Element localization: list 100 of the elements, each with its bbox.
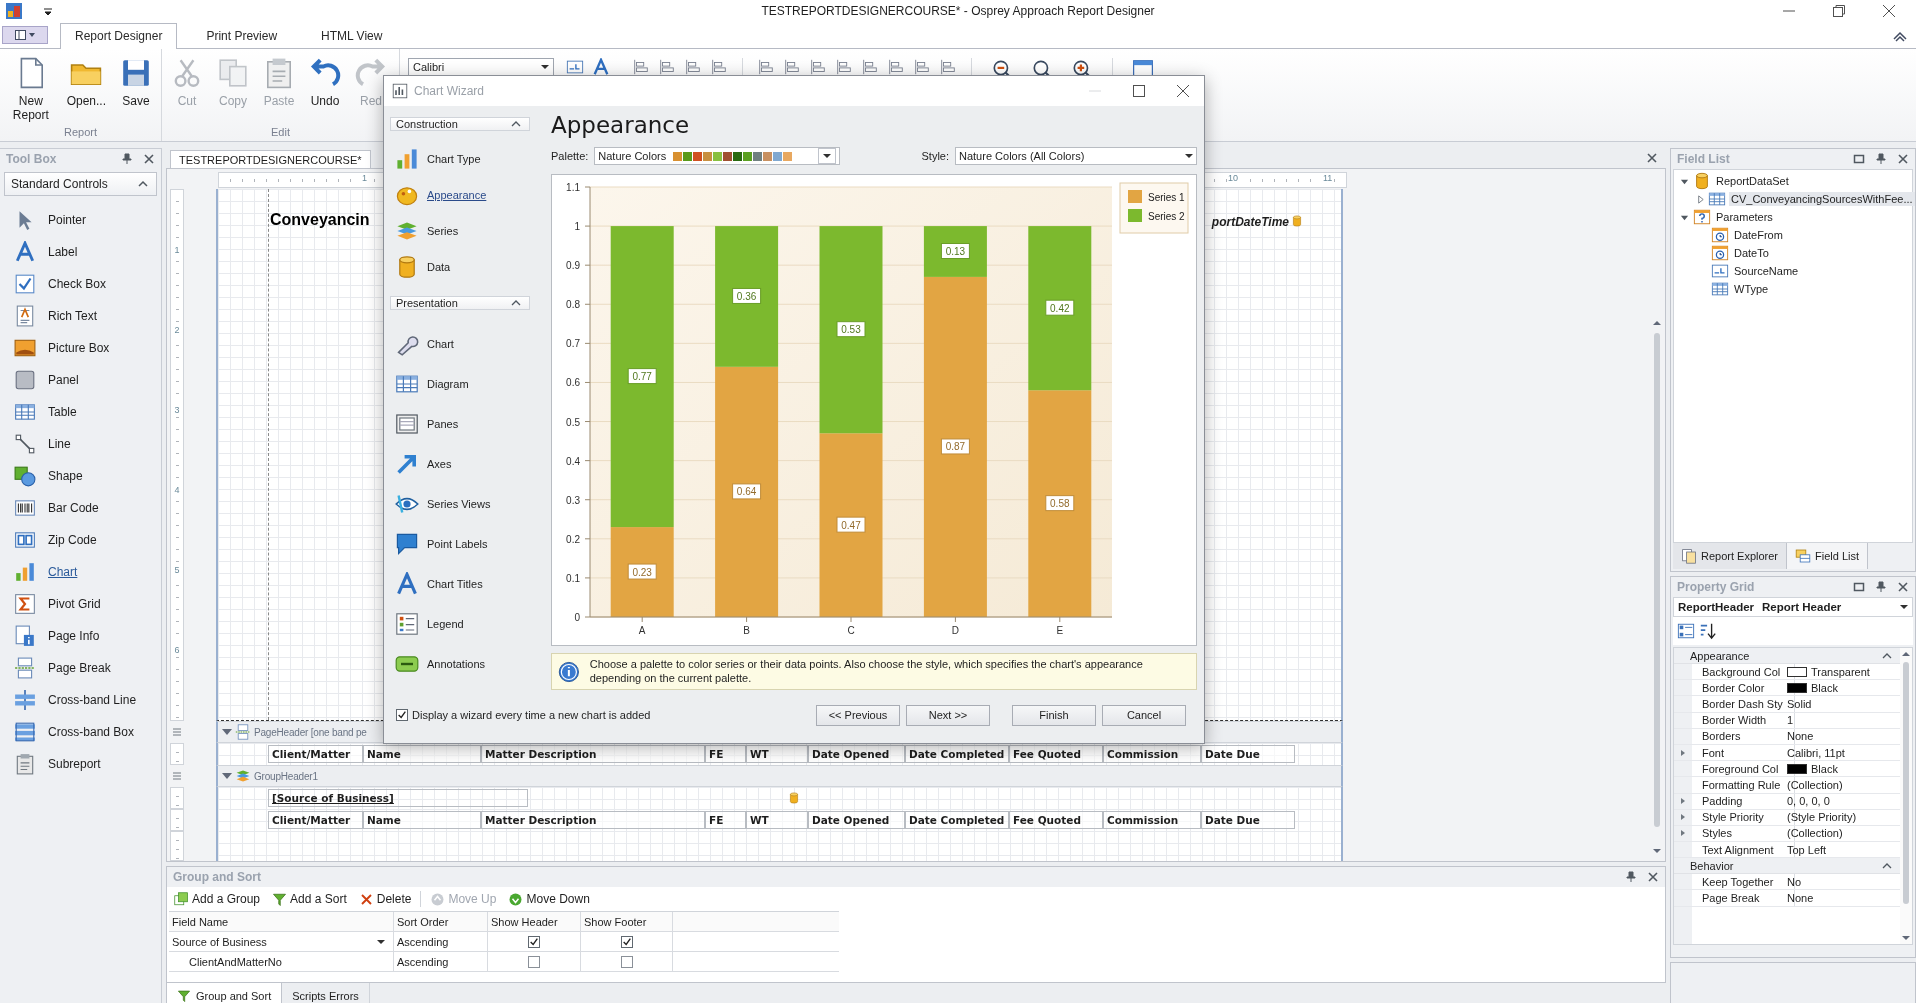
toolbox-item[interactable]: Label [0, 236, 161, 268]
toolbox-item[interactable]: Bar Code [0, 492, 161, 524]
close-icon[interactable] [1647, 871, 1659, 883]
property-value[interactable]: (Collection) [1784, 777, 1900, 793]
wizard-page-link[interactable]: Annotations [395, 648, 530, 679]
wizard-page-link[interactable]: Data [395, 251, 530, 282]
band-header[interactable]: GroupHeader1 [216, 765, 1343, 787]
tree-item[interactable]: WType [1732, 282, 1771, 296]
property-value[interactable]: 1 [1784, 712, 1900, 728]
table-cell[interactable]: FE [705, 745, 746, 763]
close-icon[interactable] [1897, 581, 1909, 593]
property-value[interactable]: None [1784, 728, 1900, 744]
report-title[interactable]: Conveyancin [270, 211, 370, 229]
section-header[interactable]: Construction [390, 117, 530, 131]
ribbon-button[interactable]: Open... [61, 55, 111, 126]
ribbon-button[interactable]: Undo [304, 55, 346, 126]
property-value[interactable]: (Style Priority) [1784, 809, 1900, 825]
scroll-down-icon[interactable] [1652, 847, 1662, 855]
pin-icon[interactable] [1625, 871, 1637, 883]
table-cell[interactable]: Client/Matter [268, 811, 363, 829]
ribbon-button[interactable]: New Report [4, 55, 58, 126]
tree-item[interactable]: CV_ConveyancingSourcesWithFee... [1729, 192, 1915, 206]
wizard-page-link[interactable]: Appearance [395, 179, 530, 210]
tree-item[interactable]: DateFrom [1732, 228, 1785, 242]
panel-tab[interactable]: Scripts Errors [282, 983, 370, 1003]
wizard-page-link[interactable]: Legend [395, 608, 530, 639]
dialog-button[interactable]: << Previous [816, 704, 900, 726]
toolbox-item[interactable]: Page Break [0, 652, 161, 684]
wizard-page-link[interactable]: Chart [395, 328, 530, 359]
toolbox-item[interactable]: Rich Text [0, 300, 161, 332]
pin-icon[interactable] [121, 153, 133, 165]
table-cell[interactable]: Commission [1103, 811, 1201, 829]
ribbon-tab[interactable]: HTML View [306, 23, 398, 48]
property-value[interactable]: Calibri, 11pt [1784, 744, 1900, 761]
tree-item[interactable]: SourceName [1732, 264, 1801, 278]
pin-icon[interactable] [1875, 153, 1887, 165]
wizard-page-link[interactable]: Series [395, 215, 530, 246]
collapse-ribbon-icon[interactable] [1892, 30, 1908, 42]
toolbar-button[interactable]: Add a Group [171, 889, 264, 909]
maximize-icon[interactable] [1132, 84, 1146, 98]
section-header[interactable]: Presentation [390, 296, 530, 310]
close-icon[interactable] [1646, 152, 1658, 164]
toolbox-item[interactable]: Panel [0, 364, 161, 396]
checkbox[interactable] [620, 955, 633, 968]
table-cell[interactable]: Date Completed [905, 745, 1009, 763]
table-cell[interactable]: Fee Quoted [1009, 811, 1103, 829]
toolbox-item[interactable]: Pointer [0, 204, 161, 236]
table-cell[interactable]: Fee Quoted [1009, 745, 1103, 763]
dialog-button[interactable]: Cancel [1102, 704, 1186, 726]
table-cell[interactable]: Name [363, 745, 481, 763]
toolbox-item[interactable]: Shape [0, 460, 161, 492]
grip-icon[interactable] [172, 728, 182, 736]
property-value[interactable]: No [1784, 874, 1900, 890]
table-cell[interactable]: WT [746, 745, 808, 763]
font-dropdown[interactable]: Calibri [408, 58, 554, 76]
tree-item[interactable]: ReportDataSet [1714, 174, 1791, 188]
table-cell[interactable]: Matter Description [481, 811, 705, 829]
category-dropdown[interactable]: Standard Controls [4, 172, 157, 196]
dialog-button[interactable]: Finish [1012, 704, 1096, 726]
table-cell[interactable]: Matter Description [481, 745, 705, 763]
tree-item[interactable]: DateTo [1732, 246, 1771, 260]
wizard-page-link[interactable]: Axes [395, 448, 530, 479]
table-cell[interactable]: Date Completed [905, 811, 1009, 829]
toolbox-item[interactable]: Table [0, 396, 161, 428]
table-cell[interactable]: Date Opened [808, 811, 905, 829]
table-cell[interactable]: Name [363, 811, 481, 829]
toolbar-button[interactable]: Add a Sort [269, 889, 350, 909]
ribbon-tab[interactable]: Print Preview [191, 23, 293, 48]
close-icon[interactable] [1882, 4, 1896, 18]
tree-item[interactable]: Parameters [1714, 210, 1775, 224]
toolbox-item[interactable]: Cross-band Box [0, 716, 161, 748]
pin-icon[interactable] [1875, 581, 1887, 593]
table-cell[interactable]: Date Due [1201, 745, 1295, 763]
toolbox-item[interactable]: Picture Box [0, 332, 161, 364]
close-icon[interactable] [143, 153, 155, 165]
category-row[interactable]: Behavior [1674, 858, 1900, 875]
toolbar-button[interactable]: Move Down [505, 889, 593, 909]
checkbox-label[interactable]: Display a wizard every time a new chart is added [412, 709, 651, 721]
toolbox-item[interactable]: Subreport [0, 748, 161, 780]
scroll-up-icon[interactable] [1652, 319, 1662, 327]
field-dropdown[interactable]: Source of Business [169, 932, 394, 951]
checkbox[interactable] [528, 955, 540, 968]
wizard-page-link[interactable]: Diagram [395, 368, 530, 399]
toolbox-item[interactable]: Pivot Grid [0, 588, 161, 620]
column-header[interactable]: Field Name [169, 912, 394, 931]
column-header[interactable]: Show Footer [581, 912, 673, 931]
property-value[interactable]: Solid [1784, 696, 1900, 712]
toolbox-item[interactable]: Page Info [0, 620, 161, 652]
table-cell[interactable]: Commission [1103, 745, 1201, 763]
caret-icon[interactable] [1696, 194, 1705, 204]
table-cell[interactable]: Date Due [1201, 811, 1295, 829]
toolbox-item[interactable]: Zip Code [0, 524, 161, 556]
palette-dropdown[interactable]: Nature Colors [594, 147, 841, 165]
wizard-page-link[interactable]: Point Labels [395, 528, 530, 559]
column-header[interactable]: Sort Order [394, 912, 488, 931]
dialog-button[interactable]: Next >> [906, 704, 990, 726]
wizard-page-link[interactable]: Series Views [395, 488, 530, 519]
panel-tab[interactable]: Group and Sort [166, 983, 283, 1003]
ribbon-tab[interactable]: Report Designer [60, 23, 178, 49]
document-tab[interactable]: TESTREPORTDESIGNERCOURSE* [170, 150, 371, 168]
